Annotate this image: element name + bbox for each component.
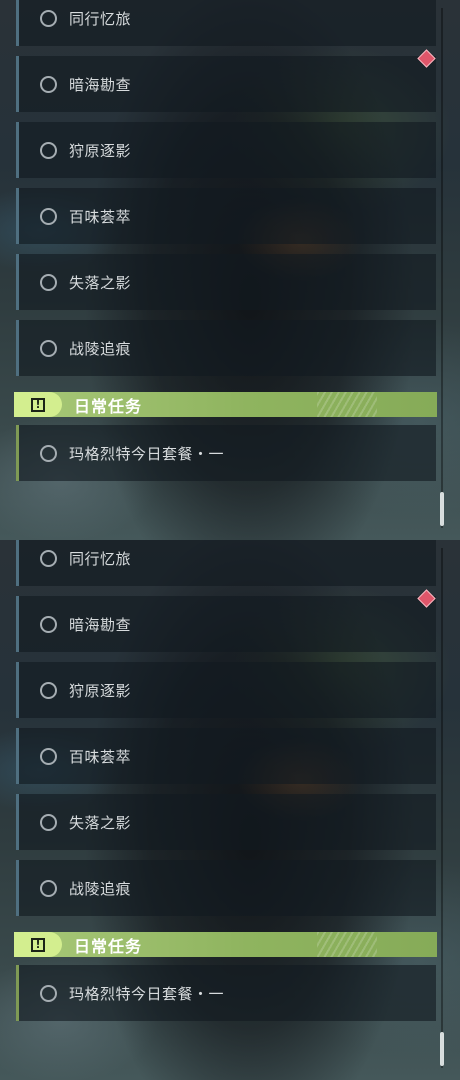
- scrollbar-track[interactable]: [441, 548, 443, 1068]
- quest-label: 玛格烈特今日套餐・一: [69, 984, 225, 1003]
- incomplete-circle-icon: [40, 75, 57, 93]
- incomplete-circle-icon: [40, 141, 57, 159]
- quest-item-anhai[interactable]: 暗海勘查: [16, 56, 436, 112]
- section-icon-box: !: [14, 932, 62, 957]
- decorative-hatch: [317, 392, 377, 417]
- quest-label: 战陵追痕: [69, 339, 132, 358]
- quest-label: 狩原逐影: [69, 141, 132, 160]
- daily-quests-header[interactable]: ! 日常任务: [14, 932, 437, 957]
- scrollbar-thumb[interactable]: [440, 1032, 444, 1066]
- quest-label: 狩原逐影: [69, 681, 132, 700]
- quest-item-shiluo[interactable]: 失落之影: [16, 254, 436, 310]
- exclamation-box-icon: !: [31, 397, 45, 412]
- quest-item-shouyuan[interactable]: 狩原逐影: [16, 122, 436, 178]
- quest-label: 失落之影: [69, 813, 132, 832]
- quest-label: 战陵追痕: [69, 879, 132, 898]
- daily-quest-item[interactable]: 玛格烈特今日套餐・一: [16, 965, 436, 1021]
- quest-label: 百味荟萃: [69, 207, 132, 226]
- incomplete-circle-icon: [40, 339, 57, 357]
- scrollbar-track[interactable]: [441, 8, 443, 528]
- decorative-hatch: [317, 932, 377, 957]
- exclamation-box-icon: !: [31, 937, 45, 952]
- incomplete-circle-icon: [40, 549, 57, 567]
- quest-item-zhanling[interactable]: 战陵追痕: [16, 320, 436, 376]
- quest-panel-top: 同行忆旅 暗海勘查 狩原逐影 百味荟萃 失落之影 战陵追痕 ! 日常任务 玛格烈…: [0, 0, 460, 540]
- incomplete-circle-icon: [40, 879, 57, 897]
- incomplete-circle-icon: [40, 273, 57, 291]
- quest-item-tongxing[interactable]: 同行忆旅: [16, 0, 436, 46]
- section-title: 日常任务: [74, 396, 143, 416]
- quest-label: 暗海勘查: [69, 75, 132, 94]
- quest-label: 失落之影: [69, 273, 132, 292]
- incomplete-circle-icon: [40, 9, 57, 27]
- quest-label: 暗海勘查: [69, 615, 132, 634]
- daily-quest-item[interactable]: 玛格烈特今日套餐・一: [16, 425, 436, 481]
- quest-item-zhanling[interactable]: 战陵追痕: [16, 860, 436, 916]
- incomplete-circle-icon: [40, 444, 57, 462]
- incomplete-circle-icon: [40, 681, 57, 699]
- quest-label: 玛格烈特今日套餐・一: [69, 444, 225, 463]
- incomplete-circle-icon: [40, 813, 57, 831]
- daily-quests-header[interactable]: ! 日常任务: [14, 392, 437, 417]
- quest-item-shouyuan[interactable]: 狩原逐影: [16, 662, 436, 718]
- incomplete-circle-icon: [40, 615, 57, 633]
- quest-item-baiwei[interactable]: 百味荟萃: [16, 728, 436, 784]
- quest-panel-bottom: 同行忆旅 暗海勘查 狩原逐影 百味荟萃 失落之影 战陵追痕 ! 日常任务 玛格烈…: [0, 540, 460, 1080]
- quest-item-shiluo[interactable]: 失落之影: [16, 794, 436, 850]
- incomplete-circle-icon: [40, 207, 57, 225]
- quest-label: 同行忆旅: [69, 9, 132, 28]
- section-title: 日常任务: [74, 936, 143, 956]
- scrollbar-thumb[interactable]: [440, 492, 444, 526]
- quest-label: 百味荟萃: [69, 747, 132, 766]
- incomplete-circle-icon: [40, 984, 57, 1002]
- quest-item-baiwei[interactable]: 百味荟萃: [16, 188, 436, 244]
- section-icon-box: !: [14, 392, 62, 417]
- incomplete-circle-icon: [40, 747, 57, 765]
- quest-item-anhai[interactable]: 暗海勘查: [16, 596, 436, 652]
- quest-label: 同行忆旅: [69, 549, 132, 568]
- quest-item-tongxing[interactable]: 同行忆旅: [16, 540, 436, 586]
